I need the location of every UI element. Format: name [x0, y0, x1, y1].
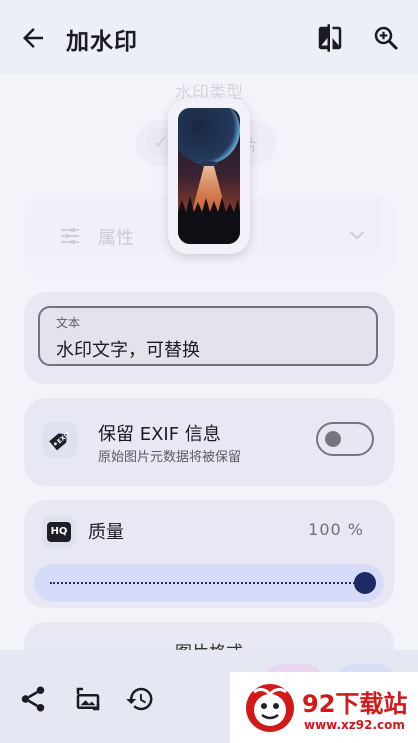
- exif-toggle[interactable]: [316, 422, 374, 456]
- quality-card: HQ 质量 100 %: [24, 500, 394, 608]
- text-card: 文本 水印文字，可替换: [24, 292, 394, 384]
- quality-label: 质量: [88, 522, 124, 543]
- text-field-label: 文本: [56, 316, 81, 330]
- top-app-bar: 加水印: [0, 0, 418, 74]
- tune-icon: [61, 228, 79, 244]
- toggle-knob: [325, 431, 341, 447]
- exif-card[interactable]: EXIF 保留 EXIF 信息 原始图片元数据将被保留: [24, 398, 394, 486]
- exif-subtitle: 原始图片元数据将被保留: [98, 450, 242, 465]
- exif-title: 保留 EXIF 信息: [98, 424, 221, 445]
- slider-track: [50, 582, 366, 584]
- site-url: www.xz92.com: [304, 718, 405, 732]
- mascot-logo-icon: [246, 684, 294, 732]
- hq-icon: HQ: [42, 516, 76, 548]
- zoom-in-icon[interactable]: [371, 23, 401, 53]
- compare-icon[interactable]: [315, 23, 345, 53]
- site-brand: 92下载站: [302, 690, 408, 718]
- share-icon[interactable]: [18, 684, 48, 714]
- image-swap-icon[interactable]: [73, 684, 103, 714]
- back-arrow-icon[interactable]: [18, 23, 48, 53]
- preview-image: [178, 108, 240, 244]
- image-preview[interactable]: [168, 98, 250, 254]
- text-field-value[interactable]: 水印文字，可替换: [56, 336, 200, 362]
- properties-label: 属性: [98, 228, 134, 249]
- page-title: 加水印: [66, 29, 138, 55]
- quality-slider[interactable]: [34, 564, 384, 602]
- history-icon[interactable]: [125, 684, 155, 714]
- slider-thumb[interactable]: [354, 572, 376, 594]
- exif-tag-icon: EXIF: [42, 422, 78, 458]
- watermark-text-field[interactable]: 文本 水印文字，可替换: [38, 306, 378, 366]
- chevron-down-icon: [349, 230, 365, 240]
- site-watermark: 92下载站 www.xz92.com: [230, 672, 418, 743]
- quality-value: 100 %: [308, 520, 364, 539]
